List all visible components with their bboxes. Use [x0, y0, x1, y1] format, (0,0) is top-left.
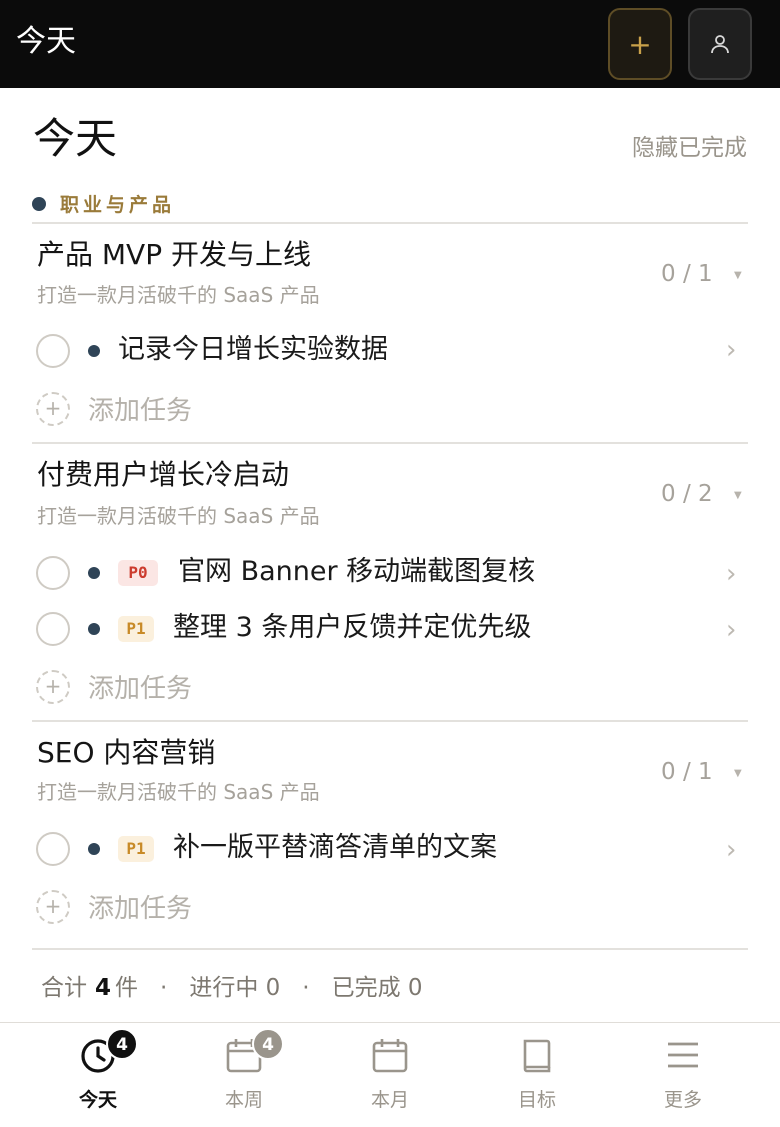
add-button[interactable]: + — [608, 8, 672, 80]
chevron-right-icon[interactable]: › — [726, 332, 736, 368]
chevron-right-icon[interactable]: › — [726, 832, 736, 868]
priority-badge: P0 — [118, 560, 158, 586]
tab-week[interactable]: 4 本周 — [184, 1023, 304, 1127]
plus-circle-icon: + — [36, 669, 70, 704]
user-icon — [711, 35, 729, 54]
tab-month[interactable]: 本月 — [330, 1023, 450, 1127]
project-title[interactable]: SEO 内容营销 — [37, 735, 215, 771]
task-text[interactable]: 整理 3 条用户反馈并定优先级 — [173, 610, 531, 646]
calendar-month-icon — [372, 1039, 408, 1073]
app-title: 今天 — [16, 24, 76, 59]
divider — [32, 948, 748, 950]
add-task-button[interactable]: + 添加任务 — [36, 668, 192, 705]
tab-label: 目标 — [517, 1089, 556, 1111]
profile-button[interactable] — [688, 8, 752, 80]
task-dot — [88, 843, 100, 855]
priority-badge: P1 — [118, 616, 154, 642]
tab-label: 本周 — [224, 1089, 263, 1111]
add-task-button[interactable]: + 添加任务 — [36, 888, 192, 925]
category-header: 职业与产品 — [32, 190, 175, 217]
project-count: 0 / 1 — [661, 759, 713, 785]
summary-in-progress: 进行中 0 — [189, 975, 281, 1001]
tab-label: 本月 — [370, 1089, 409, 1111]
summary-completed: 已完成 0 — [331, 975, 423, 1001]
category-dot — [32, 196, 46, 211]
bottom-tab-bar: 4 今天 4 本周 本月 目标 更多 — [0, 1022, 780, 1127]
project-title[interactable]: 付费用户增长冷启动 — [37, 457, 289, 493]
tab-badge: 4 — [106, 1028, 138, 1060]
page-title: 今天 — [33, 114, 118, 163]
summary-separator: · — [302, 975, 310, 1001]
project-subtitle: 打造一款月活破千的 SaaS 产品 — [37, 283, 320, 307]
priority-badge: P1 — [118, 836, 154, 862]
task-text[interactable]: 记录今日增长实验数据 — [118, 332, 388, 368]
top-bar: 今天 + — [0, 0, 780, 88]
task-dot — [88, 567, 100, 579]
plus-circle-icon: + — [36, 391, 70, 426]
caret-down-icon[interactable]: ▼ — [734, 270, 742, 281]
task-checkbox[interactable] — [36, 556, 70, 590]
project-title[interactable]: 产品 MVP 开发与上线 — [37, 237, 311, 273]
divider — [32, 442, 748, 444]
menu-icon — [668, 1042, 698, 1068]
project-subtitle: 打造一款月活破千的 SaaS 产品 — [37, 504, 320, 528]
divider — [32, 222, 748, 224]
tab-badge: 4 — [252, 1028, 284, 1060]
chevron-right-icon[interactable]: › — [726, 556, 736, 592]
hide-completed-toggle[interactable]: 隐藏已完成 — [632, 128, 747, 162]
summary-separator: · — [160, 975, 168, 1001]
plus-circle-icon: + — [36, 889, 70, 924]
divider — [32, 720, 748, 722]
book-icon — [523, 1039, 551, 1073]
summary-total: 4 — [95, 975, 112, 1001]
summary-total-prefix: 合计 — [41, 975, 87, 1001]
tab-label: 更多 — [663, 1089, 702, 1111]
category-label: 职业与产品 — [60, 194, 176, 216]
summary-bar: 合计 4 件 · 进行中 0 · 已完成 0 — [41, 968, 423, 1002]
task-text[interactable]: 官网 Banner 移动端截图复核 — [178, 554, 535, 590]
project-count: 0 / 1 — [661, 261, 713, 287]
task-dot — [88, 623, 100, 635]
tab-today[interactable]: 4 今天 — [38, 1023, 158, 1127]
task-text[interactable]: 补一版平替滴答清单的文案 — [173, 830, 497, 866]
tab-more[interactable]: 更多 — [623, 1023, 743, 1127]
caret-down-icon[interactable]: ▼ — [734, 768, 742, 779]
caret-down-icon[interactable]: ▼ — [734, 490, 742, 501]
tab-goals[interactable]: 目标 — [477, 1023, 597, 1127]
project-subtitle: 打造一款月活破千的 SaaS 产品 — [37, 780, 320, 804]
chevron-right-icon[interactable]: › — [726, 612, 736, 648]
task-checkbox[interactable] — [36, 334, 70, 368]
task-checkbox[interactable] — [36, 612, 70, 646]
add-task-button[interactable]: + 添加任务 — [36, 390, 192, 427]
plus-icon: + — [628, 27, 652, 61]
project-count: 0 / 2 — [661, 481, 713, 507]
tab-label: 今天 — [78, 1089, 117, 1111]
task-dot — [88, 345, 100, 357]
summary-total-suffix: 件 — [115, 975, 139, 1001]
task-checkbox[interactable] — [36, 832, 70, 866]
